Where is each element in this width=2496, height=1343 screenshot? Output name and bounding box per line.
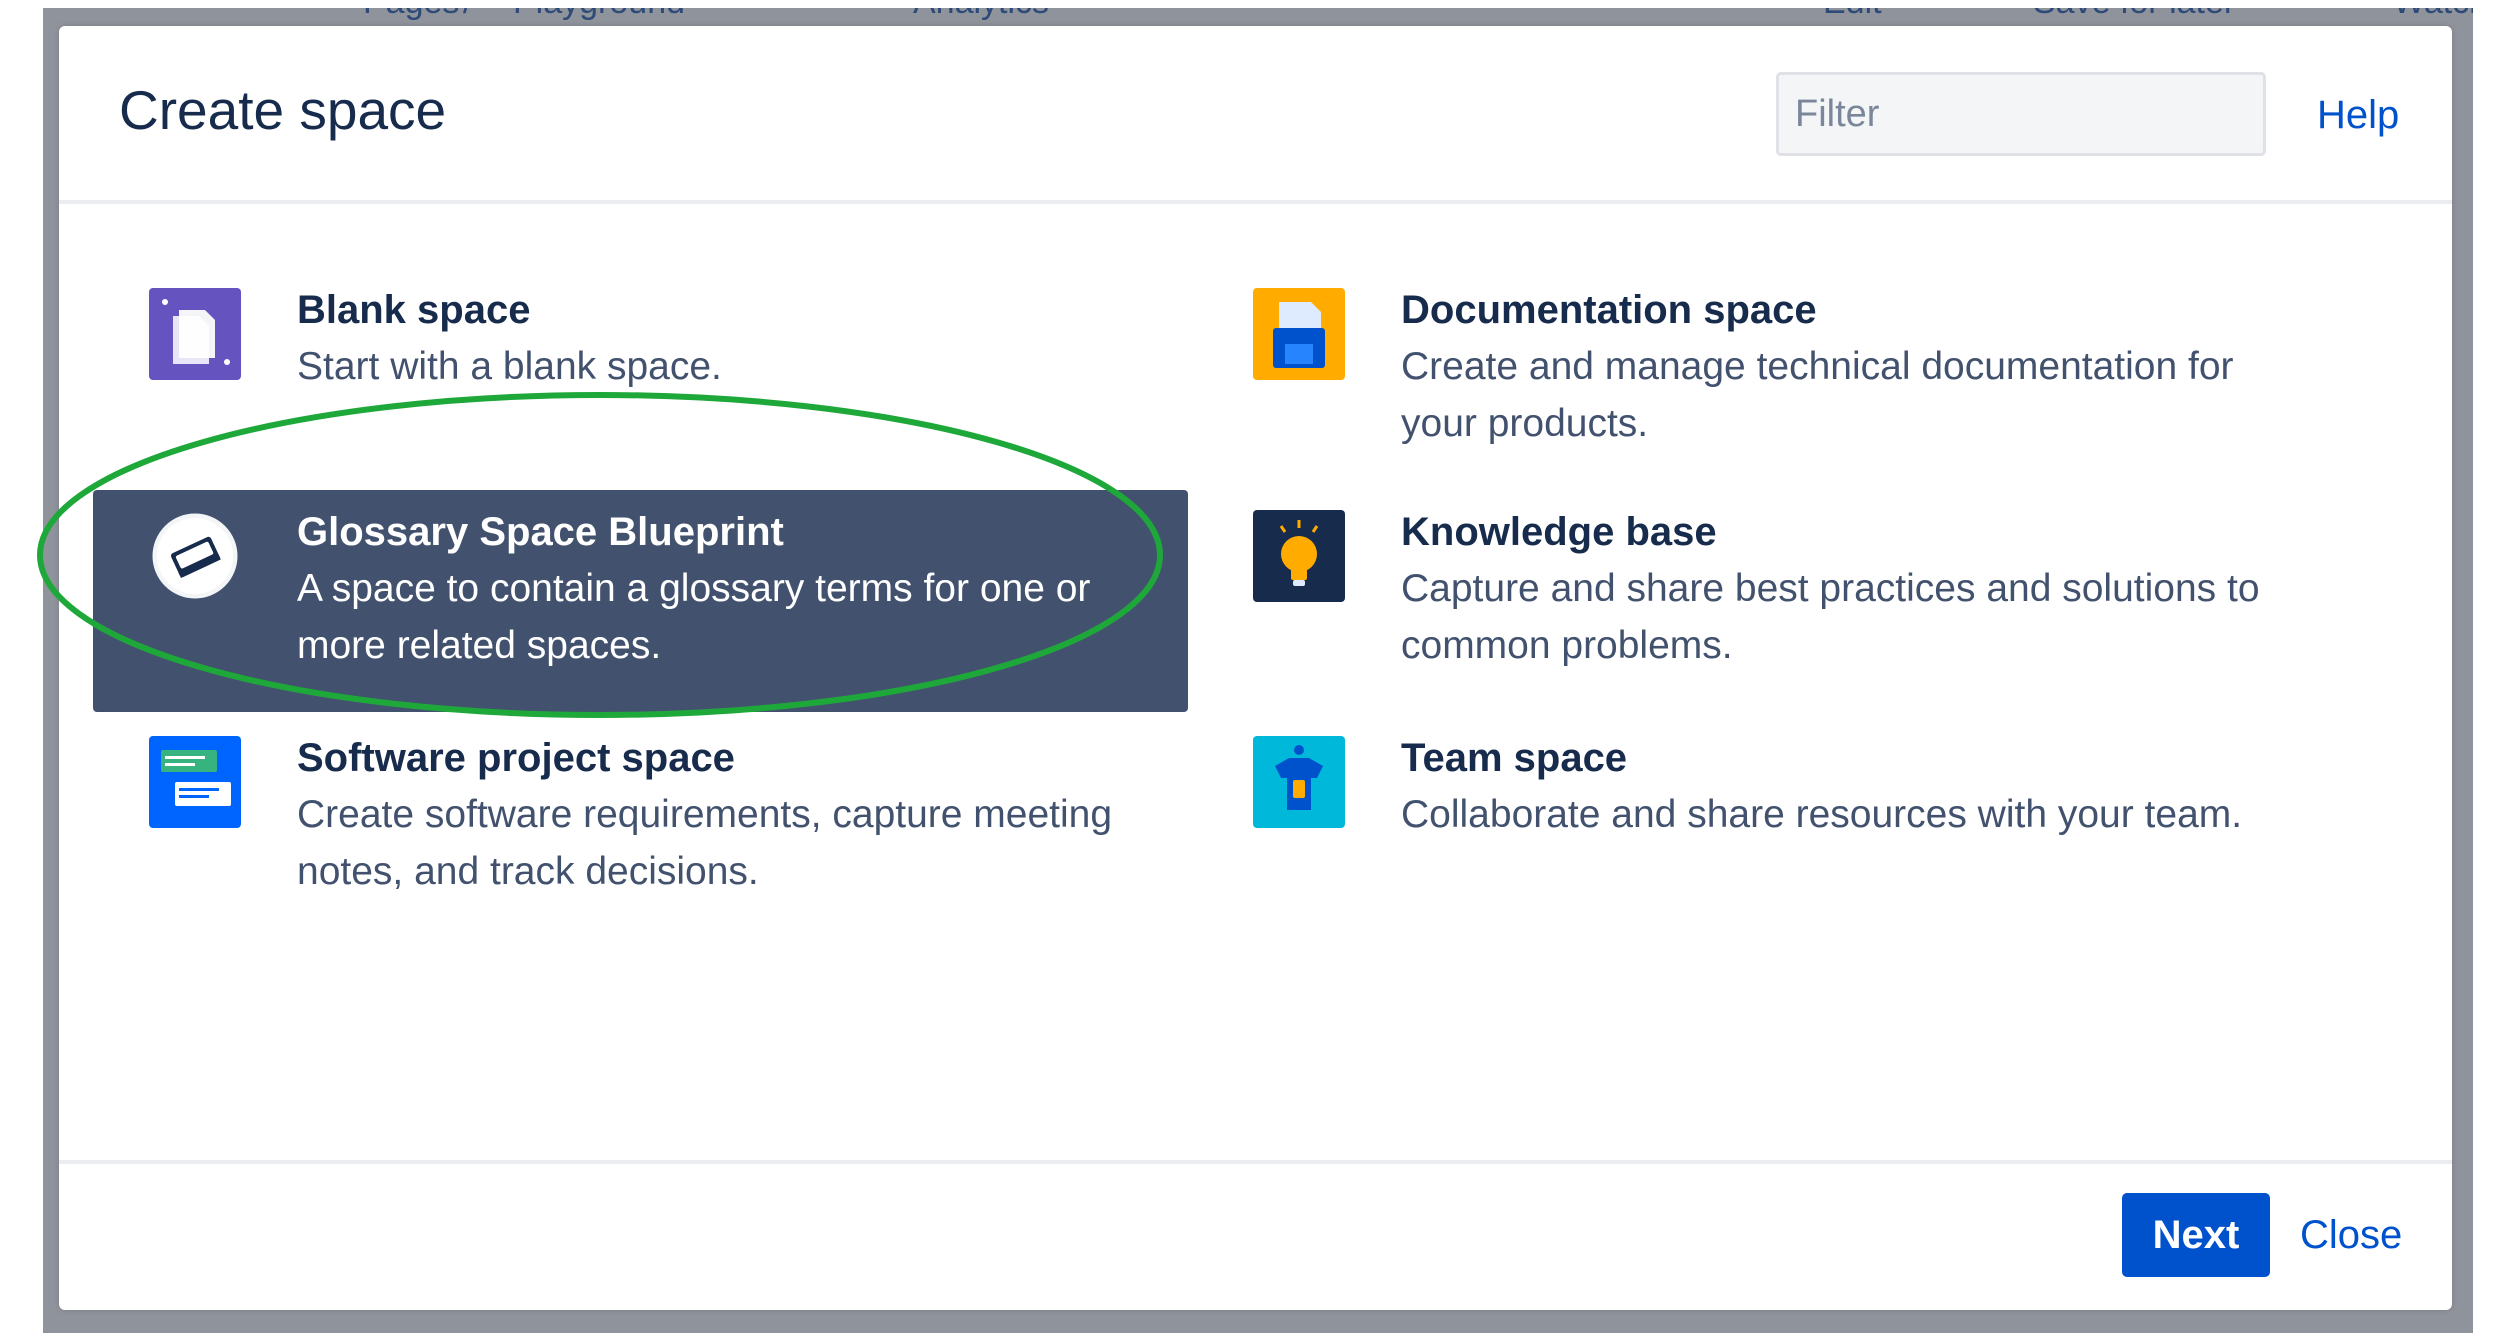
blueprint-name: Team space — [1401, 736, 1628, 780]
blueprint-documentation-space[interactable]: Documentation space Create and manage te… — [1197, 268, 2292, 490]
next-button[interactable]: Next — [2122, 1193, 2270, 1277]
blueprint-glossary-space[interactable]: Glossary Space Blueprint A space to cont… — [93, 490, 1188, 712]
dialog-title: Create space — [119, 79, 447, 141]
blueprint-blank-space[interactable]: Blank space Start with a blank space. — [93, 268, 1188, 490]
blueprint-name: Software project space — [297, 736, 735, 780]
documentation-space-icon — [1253, 288, 1345, 380]
filter-input[interactable] — [1776, 72, 2266, 156]
blueprint-description: Start with a blank space. — [297, 345, 722, 388]
blueprint-description: Capture and share best practices and sol… — [1401, 567, 2260, 667]
blueprint-team-space[interactable]: Team space Collaborate and share resourc… — [1197, 716, 2292, 938]
create-space-dialog: Create space Help Blank space Start with… — [59, 26, 2452, 1310]
background-save-for-later: Save for later — [2033, 8, 2235, 22]
blueprint-name: Documentation space — [1401, 288, 1817, 332]
background-breadcrumb-separator: / — [463, 8, 472, 22]
blueprint-name: Blank space — [297, 288, 531, 332]
software-project-icon — [149, 736, 241, 828]
glossary-book-icon — [149, 510, 241, 602]
close-button[interactable]: Close — [2300, 1212, 2402, 1258]
knowledge-base-lightbulb-icon — [1253, 510, 1345, 602]
background-watch: Watch — [2393, 8, 2473, 22]
blueprint-description: Create and manage technical documentatio… — [1401, 345, 2234, 445]
header-divider — [59, 200, 2452, 204]
background-analytics: Analytics — [913, 8, 1049, 22]
blank-space-icon — [149, 288, 241, 380]
blueprint-knowledge-base[interactable]: Knowledge base Capture and share best pr… — [1197, 490, 2292, 712]
blueprint-description: Create software requirements, capture me… — [297, 793, 1113, 893]
background-header: Pages / Playground Analytics Edit Save f… — [43, 8, 2473, 28]
help-link[interactable]: Help — [2317, 92, 2399, 138]
blueprint-name: Glossary Space Blueprint — [297, 510, 784, 554]
blueprint-description: Collaborate and share resources with you… — [1401, 793, 2243, 836]
background-edit: Edit — [1823, 8, 1882, 22]
background-breadcrumb-space: Playground — [513, 8, 685, 22]
team-space-icon — [1253, 736, 1345, 828]
blueprint-name: Knowledge base — [1401, 510, 1717, 554]
footer-divider — [59, 1160, 2452, 1164]
background-breadcrumb-pages: Pages — [363, 8, 459, 22]
blueprint-description: A space to contain a glossary terms for … — [297, 567, 1091, 667]
blueprint-software-project-space[interactable]: Software project space Create software r… — [93, 716, 1188, 938]
